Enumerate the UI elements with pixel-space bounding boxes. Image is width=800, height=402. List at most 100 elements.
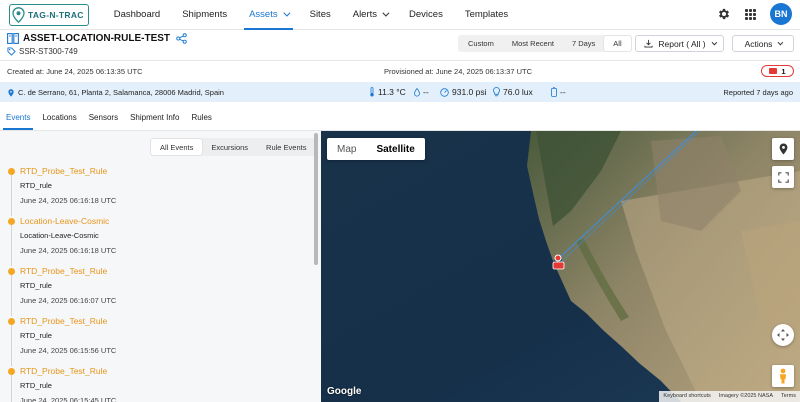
water-drop-icon bbox=[414, 87, 420, 96]
attribution-item[interactable]: Terms bbox=[777, 391, 800, 402]
nav-link-assets[interactable]: Assets bbox=[238, 0, 299, 30]
nav-link-label: Assets bbox=[249, 9, 278, 20]
tab-sensors[interactable]: Sensors bbox=[83, 104, 124, 130]
time-range-7-days[interactable]: 7 Days bbox=[563, 36, 604, 51]
event-time: June 24, 2025 06:15:45 UTC bbox=[20, 396, 117, 402]
time-range-all[interactable]: All bbox=[604, 36, 631, 51]
gear-icon[interactable] bbox=[717, 7, 731, 21]
alert-badge[interactable]: 1 bbox=[761, 65, 794, 77]
map-pin-icon bbox=[8, 88, 14, 97]
satellite-map[interactable]: Map Satellite Google Keyboard shortcuts Im… bbox=[321, 131, 800, 402]
map-type-satellite[interactable]: Satellite bbox=[366, 138, 424, 160]
event-status-dot bbox=[8, 268, 15, 275]
alert-count: 1 bbox=[781, 66, 786, 76]
share-icon[interactable] bbox=[176, 33, 187, 44]
street-view-pegman[interactable] bbox=[772, 365, 794, 387]
event-filter-rule-events[interactable]: Rule Events bbox=[257, 139, 315, 155]
event-item[interactable]: Location-Leave-Cosmic Location-Leave-Cosm… bbox=[0, 214, 313, 266]
event-title[interactable]: Location-Leave-Cosmic bbox=[20, 214, 313, 226]
nav-link-label: Sites bbox=[309, 9, 331, 20]
download-icon bbox=[644, 39, 653, 48]
event-title[interactable]: RTD_Probe_Test_Rule bbox=[20, 314, 313, 326]
map-imagery bbox=[321, 131, 800, 402]
nav-right: BN bbox=[717, 3, 792, 25]
humidity-value: -- bbox=[423, 87, 429, 97]
nav-link-label: Devices bbox=[409, 9, 443, 20]
tab-locations[interactable]: Locations bbox=[36, 104, 82, 130]
event-title[interactable]: RTD_Probe_Test_Rule bbox=[20, 264, 313, 276]
timeline-line bbox=[11, 375, 12, 402]
event-time: June 24, 2025 06:16:18 UTC bbox=[20, 246, 117, 255]
battery-icon bbox=[551, 87, 557, 97]
top-nav: TAG-N-TRAC Dashboard Shipments Assets Sites… bbox=[0, 0, 800, 30]
attribution-item: Imagery ©2025 NASA bbox=[718, 393, 774, 399]
device-tag-icon bbox=[7, 47, 16, 56]
created-at: Created at: June 24, 2025 06:13:35 UTC bbox=[7, 67, 143, 76]
nav-link-sites[interactable]: Sites bbox=[299, 0, 342, 30]
event-item[interactable]: RTD_Probe_Test_Rule RTD_rule June 24, 2025… bbox=[0, 364, 313, 402]
map-pin-icon bbox=[779, 143, 787, 155]
alert-icon bbox=[769, 68, 778, 74]
asset-title: ASSET-LOCATION-RULE-TEST bbox=[23, 33, 171, 44]
events-panel: All Events Excursions Rule Events RTD_Prob… bbox=[0, 131, 321, 402]
event-title[interactable]: RTD_Probe_Test_Rule bbox=[20, 364, 313, 376]
asset-header: ASSET-LOCATION-RULE-TEST SSR-ST300-749 bbox=[7, 33, 187, 56]
pegman-icon bbox=[780, 368, 786, 384]
reported-time: Reported 7 days ago bbox=[723, 88, 793, 97]
asset-tabs: Events Locations Sensors Shipment Info Rules bbox=[0, 104, 218, 130]
timeline-line bbox=[11, 175, 12, 216]
pressure-value: 931.0 psi bbox=[452, 87, 487, 97]
current-address: C. de Serrano, 61, Planta 2, Salamanca, … bbox=[18, 88, 224, 97]
nav-link-shipments[interactable]: Shipments bbox=[171, 0, 238, 30]
event-time: June 24, 2025 06:16:18 UTC bbox=[20, 196, 117, 205]
chevron-down-icon bbox=[711, 39, 717, 45]
timeline-line bbox=[11, 325, 12, 366]
event-status-dot bbox=[8, 218, 15, 225]
nav-link-label: Shipments bbox=[182, 9, 228, 20]
event-item[interactable]: RTD_Probe_Test_Rule RTD_rule June 24, 2025… bbox=[0, 164, 313, 216]
chevron-down-icon bbox=[382, 9, 390, 17]
event-filter-selector: All Events Excursions Rule Events bbox=[150, 138, 317, 156]
event-filter-all-events[interactable]: All Events bbox=[151, 139, 203, 155]
nav-link-devices[interactable]: Devices bbox=[398, 0, 454, 30]
light-bulb-icon bbox=[493, 87, 500, 97]
google-logo: Google bbox=[327, 386, 362, 397]
provisioned-at: Provisioned at: June 24, 2025 06:13:37 U… bbox=[384, 67, 533, 76]
time-range-custom[interactable]: Custom bbox=[459, 36, 503, 51]
location-sensor-bar: C. de Serrano, 61, Planta 2, Salamanca, … bbox=[0, 82, 800, 102]
user-avatar[interactable]: BN bbox=[770, 3, 792, 25]
apps-grid-icon[interactable] bbox=[745, 8, 756, 20]
actions-button[interactable]: Actions bbox=[732, 35, 794, 52]
nav-link-label: Alerts bbox=[352, 9, 378, 20]
attribution-item[interactable]: Keyboard shortcuts bbox=[659, 391, 714, 402]
scrollbar-thumb[interactable] bbox=[314, 133, 318, 265]
nav-link-templates[interactable]: Templates bbox=[454, 0, 519, 30]
nav-link-label: Dashboard bbox=[113, 9, 161, 20]
map-type-map[interactable]: Map bbox=[327, 138, 366, 160]
event-rule: RTD_rule bbox=[20, 181, 52, 190]
temperature-value: 11.3 °C bbox=[378, 87, 406, 97]
tab-events[interactable]: Events bbox=[0, 104, 36, 130]
events-scrollbar[interactable] bbox=[313, 133, 319, 400]
nav-link-dashboard[interactable]: Dashboard bbox=[103, 0, 171, 30]
nav-link-alerts[interactable]: Alerts bbox=[342, 0, 398, 30]
time-range-most-recent[interactable]: Most Recent bbox=[503, 36, 563, 51]
tab-shipment-info[interactable]: Shipment Info bbox=[124, 104, 185, 130]
fullscreen-button[interactable] bbox=[772, 166, 794, 188]
brand-logo[interactable]: TAG-N-TRAC bbox=[9, 3, 89, 26]
report-button[interactable]: Report ( All ) bbox=[635, 35, 724, 52]
device-id: SSR-ST300-749 bbox=[19, 47, 78, 56]
camera-control-button[interactable] bbox=[772, 324, 794, 346]
tab-rules[interactable]: Rules bbox=[185, 104, 217, 130]
event-item[interactable]: RTD_Probe_Test_Rule RTD_rule June 24, 2025… bbox=[0, 264, 313, 316]
locate-pin-button[interactable] bbox=[772, 138, 794, 160]
event-rule: Location-Leave-Cosmic bbox=[20, 231, 99, 240]
event-item[interactable]: RTD_Probe_Test_Rule RTD_rule June 24, 2025… bbox=[0, 314, 313, 366]
chevron-down-icon bbox=[282, 9, 291, 17]
nav-links: Dashboard Shipments Assets Sites Alerts Devic… bbox=[103, 0, 519, 30]
asset-book-icon bbox=[7, 33, 19, 44]
event-filter-excursions[interactable]: Excursions bbox=[202, 139, 257, 155]
event-title[interactable]: RTD_Probe_Test_Rule bbox=[20, 164, 313, 176]
event-list: RTD_Probe_Test_Rule RTD_rule June 24, 2025… bbox=[0, 164, 313, 402]
map-type-toggle: Map Satellite bbox=[327, 138, 425, 160]
